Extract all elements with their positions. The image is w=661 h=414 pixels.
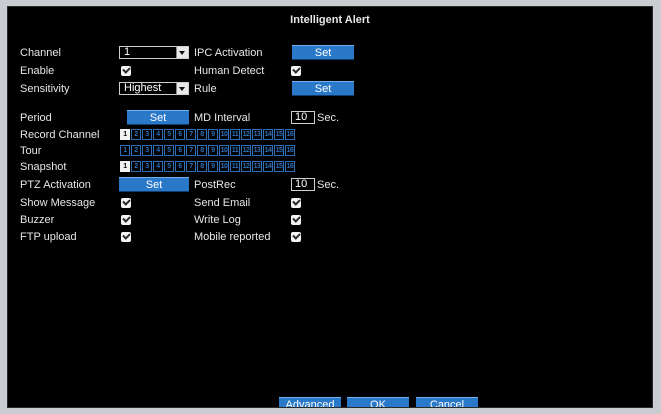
record-channel-channel-16[interactable]: 16 [285, 129, 295, 140]
sensitivity-select[interactable]: Highest [119, 82, 189, 95]
snapshot-channel-11[interactable]: 11 [230, 161, 240, 172]
record-channel-channel-6[interactable]: 6 [175, 129, 185, 140]
postrec-input[interactable]: 10 [291, 178, 315, 191]
write-log-label: Write Log [194, 214, 241, 226]
md-interval-input[interactable]: 10 [291, 111, 315, 124]
record-channel-channel-9[interactable]: 9 [208, 129, 218, 140]
tour-channel-5[interactable]: 5 [164, 145, 174, 156]
record-channel-channel-14[interactable]: 14 [263, 129, 273, 140]
tour-channel-selector: 1 2 3 4 5 6 7 8 9 10 11 12 13 14 15 16 [120, 145, 295, 156]
cancel-button[interactable]: Cancel [416, 397, 478, 407]
human-detect-checkbox[interactable] [291, 66, 301, 76]
enable-checkbox[interactable] [121, 66, 131, 76]
rule-label: Rule [194, 83, 217, 95]
period-set-button[interactable]: Set [127, 110, 189, 125]
tour-channel-14[interactable]: 14 [263, 145, 273, 156]
ftp-upload-label: FTP upload [20, 231, 77, 243]
tour-channel-7[interactable]: 7 [186, 145, 196, 156]
sensitivity-value: Highest [124, 82, 162, 94]
record-channel-channel-10[interactable]: 10 [219, 129, 229, 140]
chevron-down-icon[interactable] [176, 83, 188, 94]
show-message-checkbox[interactable] [121, 198, 131, 208]
chevron-down-icon[interactable] [176, 47, 188, 58]
record-channel-channel-4[interactable]: 4 [153, 129, 163, 140]
record-channel-channel-13[interactable]: 13 [252, 129, 262, 140]
md-interval-unit: Sec. [317, 112, 340, 124]
record-channel-label: Record Channel [20, 129, 100, 141]
ftp-upload-checkbox[interactable] [121, 232, 131, 242]
record-channel-selector: 1 2 3 4 5 6 7 8 9 10 11 12 13 14 15 16 [120, 129, 295, 140]
snapshot-channel-3[interactable]: 3 [142, 161, 152, 172]
period-label: Period [20, 112, 52, 124]
advanced-button[interactable]: Advanced [279, 397, 341, 407]
send-email-checkbox[interactable] [291, 198, 301, 208]
snapshot-channel-7[interactable]: 7 [186, 161, 196, 172]
record-channel-channel-15[interactable]: 15 [274, 129, 284, 140]
snapshot-label: Snapshot [20, 161, 67, 173]
snapshot-channel-5[interactable]: 5 [164, 161, 174, 172]
dialog-title: Intelligent Alert [290, 14, 370, 26]
tour-channel-2[interactable]: 2 [131, 145, 141, 156]
record-channel-channel-1[interactable]: 1 [120, 129, 130, 140]
record-channel-channel-7[interactable]: 7 [186, 129, 196, 140]
buzzer-label: Buzzer [20, 214, 55, 226]
ok-button[interactable]: OK [347, 397, 409, 407]
snapshot-channel-6[interactable]: 6 [175, 161, 185, 172]
tour-channel-12[interactable]: 12 [241, 145, 251, 156]
postrec-unit: Sec. [317, 179, 340, 191]
record-channel-channel-3[interactable]: 3 [142, 129, 152, 140]
snapshot-channel-15[interactable]: 15 [274, 161, 284, 172]
mobile-reported-label: Mobile reported [194, 231, 271, 243]
record-channel-channel-2[interactable]: 2 [131, 129, 141, 140]
write-log-checkbox[interactable] [291, 215, 301, 225]
channel-value: 1 [124, 46, 131, 58]
tour-channel-1[interactable]: 1 [120, 145, 130, 156]
ptz-activation-set-button[interactable]: Set [119, 177, 189, 192]
tour-channel-11[interactable]: 11 [230, 145, 240, 156]
human-detect-label: Human Detect [194, 65, 265, 77]
record-channel-channel-5[interactable]: 5 [164, 129, 174, 140]
snapshot-channel-12[interactable]: 12 [241, 161, 251, 172]
record-channel-channel-11[interactable]: 11 [230, 129, 240, 140]
postrec-label: PostRec [194, 179, 236, 191]
enable-label: Enable [20, 65, 55, 77]
snapshot-channel-1[interactable]: 1 [120, 161, 130, 172]
tour-channel-3[interactable]: 3 [142, 145, 152, 156]
show-message-label: Show Message [20, 197, 96, 209]
rule-set-button[interactable]: Set [292, 81, 354, 96]
tour-channel-16[interactable]: 16 [285, 145, 295, 156]
ipc-activation-set-button[interactable]: Set [292, 45, 354, 60]
mobile-reported-checkbox[interactable] [291, 232, 301, 242]
ipc-activation-label: IPC Activation [194, 47, 263, 59]
sensitivity-label: Sensitivity [20, 83, 70, 95]
record-channel-channel-8[interactable]: 8 [197, 129, 207, 140]
tour-channel-13[interactable]: 13 [252, 145, 262, 156]
tour-channel-15[interactable]: 15 [274, 145, 284, 156]
tour-channel-8[interactable]: 8 [197, 145, 207, 156]
record-channel-channel-12[interactable]: 12 [241, 129, 251, 140]
tour-channel-6[interactable]: 6 [175, 145, 185, 156]
tour-channel-10[interactable]: 10 [219, 145, 229, 156]
snapshot-channel-10[interactable]: 10 [219, 161, 229, 172]
snapshot-channel-2[interactable]: 2 [131, 161, 141, 172]
snapshot-channel-14[interactable]: 14 [263, 161, 273, 172]
buzzer-checkbox[interactable] [121, 215, 131, 225]
intelligent-alert-dialog: Intelligent Alert Channel 1 IPC Activati… [7, 6, 653, 408]
channel-label: Channel [20, 47, 61, 59]
snapshot-channel-4[interactable]: 4 [153, 161, 163, 172]
tour-channel-4[interactable]: 4 [153, 145, 163, 156]
channel-select[interactable]: 1 [119, 46, 189, 59]
snapshot-channel-selector: 1 2 3 4 5 6 7 8 9 10 11 12 13 14 15 16 [120, 161, 295, 172]
snapshot-channel-16[interactable]: 16 [285, 161, 295, 172]
snapshot-channel-8[interactable]: 8 [197, 161, 207, 172]
send-email-label: Send Email [194, 197, 251, 209]
tour-label: Tour [20, 145, 42, 157]
snapshot-channel-9[interactable]: 9 [208, 161, 218, 172]
tour-channel-9[interactable]: 9 [208, 145, 218, 156]
snapshot-channel-13[interactable]: 13 [252, 161, 262, 172]
ptz-activation-label: PTZ Activation [20, 179, 91, 191]
md-interval-label: MD Interval [194, 112, 251, 124]
